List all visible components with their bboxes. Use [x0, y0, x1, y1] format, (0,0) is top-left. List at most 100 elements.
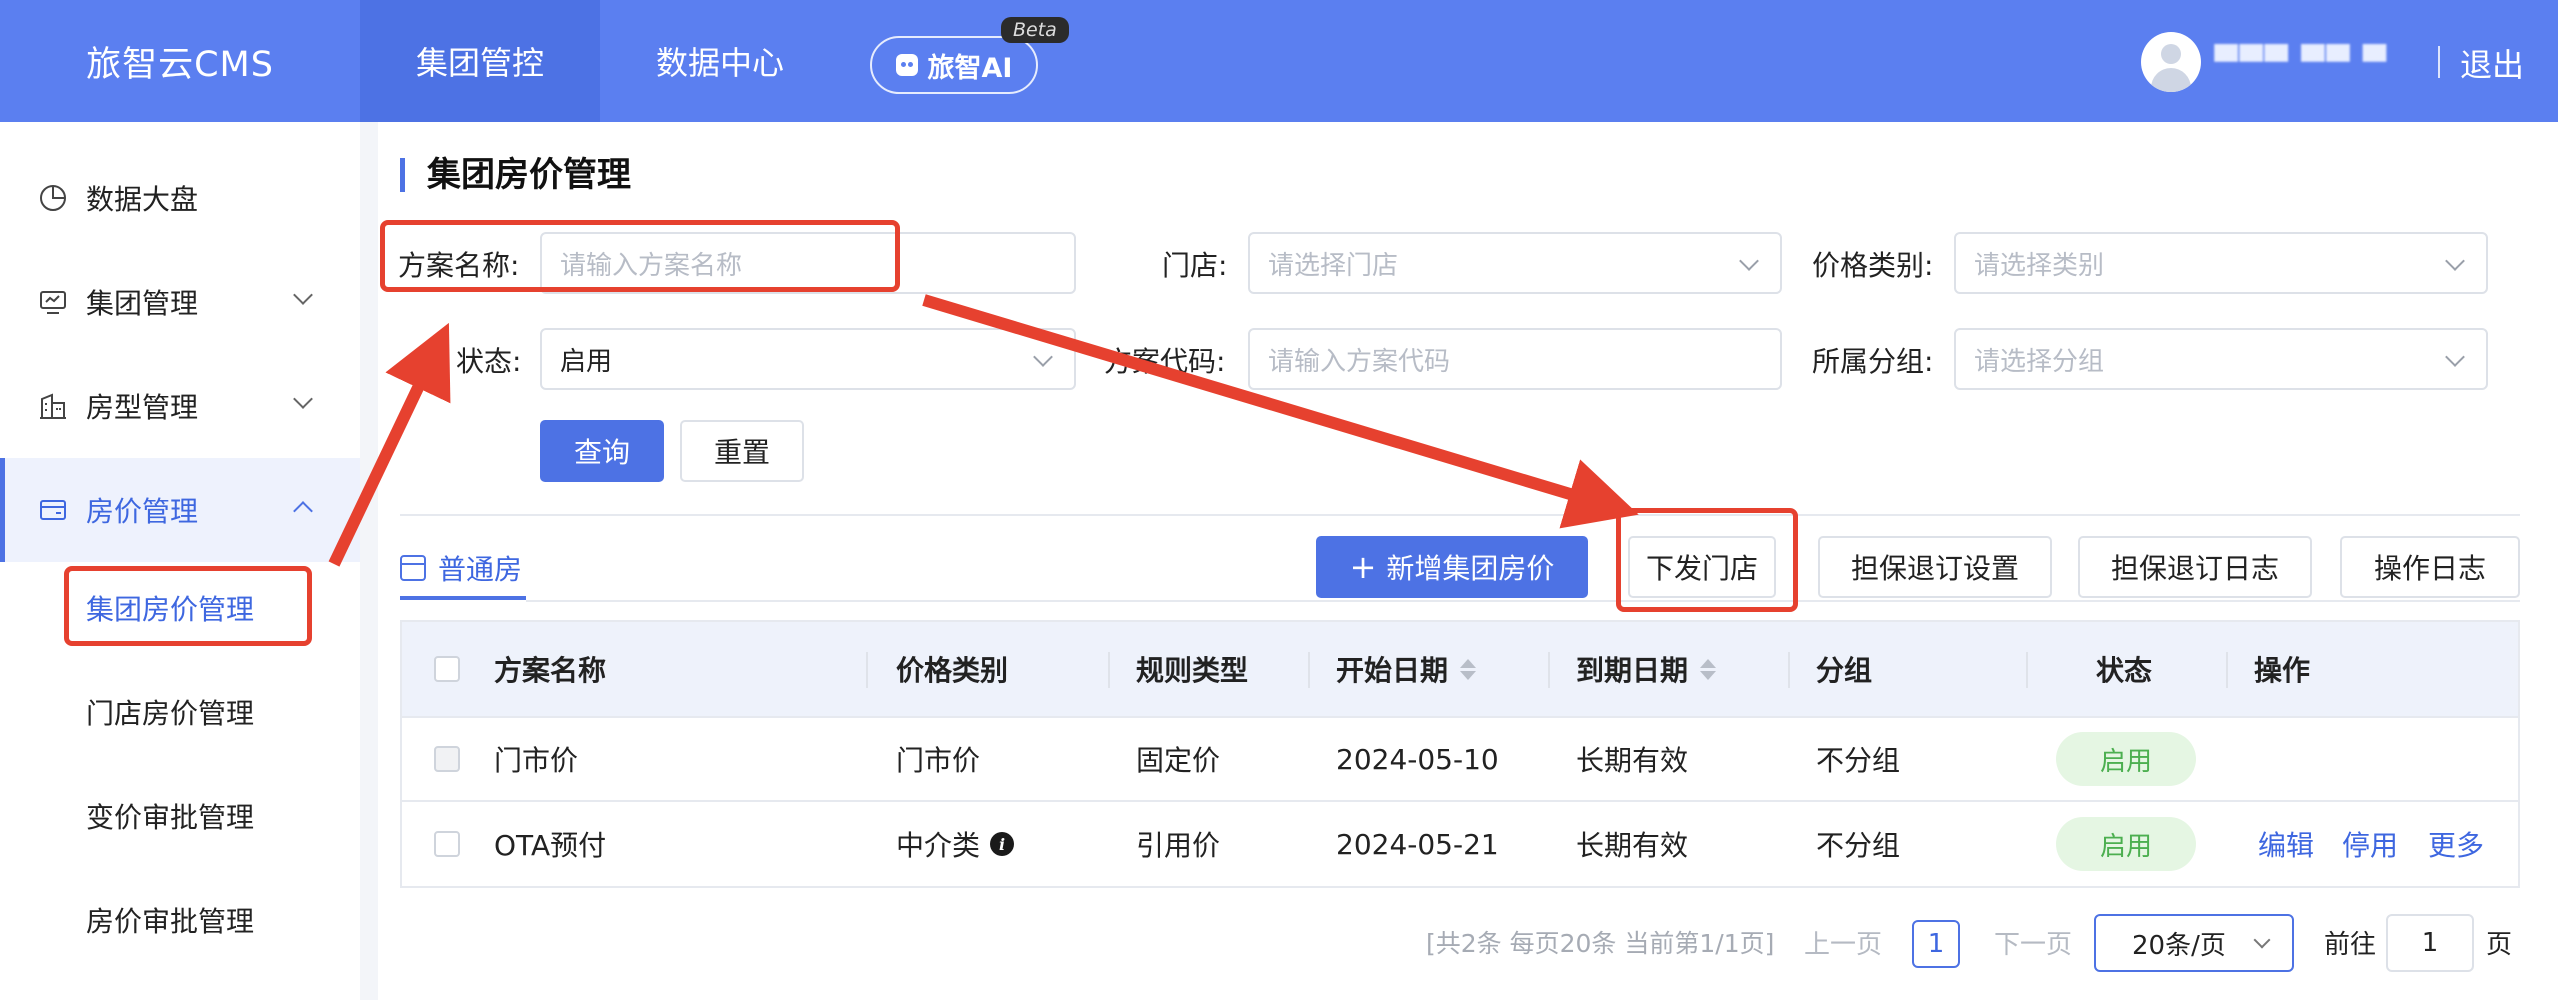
cell-price-type-text: 中介类 [896, 829, 981, 862]
col-price-type: 价格类别 [896, 654, 1009, 687]
sidebar: 数据大盘 集团管理 房型管理 房价管理 集团房价管理 门店房价管理 变价审批管理… [0, 122, 360, 1000]
header-divider [2438, 46, 2440, 78]
cell-start-date: 2024-05-21 [1336, 827, 1499, 861]
chevron-down-icon [2445, 251, 2465, 271]
cell-status: 启用 [2056, 718, 2196, 800]
cell-group: 不分组 [1816, 829, 1901, 862]
user-info[interactable]: ▀▀▀ ▀▀ ▀ [2140, 32, 2389, 92]
page-size-select[interactable]: 20条/页 [2094, 914, 2294, 972]
status-value: 启用 [560, 346, 613, 377]
checkbox[interactable] [434, 656, 460, 682]
sort-icon[interactable] [1460, 658, 1477, 680]
status-label: 状态: [456, 345, 522, 378]
search-button[interactable]: 查询 [540, 420, 664, 482]
section-divider [400, 514, 2520, 516]
building-icon [40, 393, 66, 419]
goto-page-input[interactable]: 1 [2386, 914, 2474, 972]
chevron-down-icon [2445, 347, 2465, 367]
price-type-placeholder: 请选择类别 [1974, 250, 2105, 281]
guarantee-settings-button[interactable]: 担保退订设置 [1818, 536, 2052, 598]
status-badge: 启用 [2056, 732, 2196, 786]
row-checkbox[interactable] [434, 802, 460, 886]
next-page-button[interactable]: 下一页 [1994, 912, 2072, 972]
annotation-highlight-dispatch [1616, 508, 1798, 612]
add-group-price-button[interactable]: + 新增集团房价 [1316, 536, 1588, 598]
plus-icon: + [1349, 548, 1377, 586]
sidebar-subitem-store-price[interactable]: 门店房价管理 [86, 692, 254, 732]
col-end-date-label: 到期日期 [1576, 654, 1689, 687]
add-button-label: 新增集团房价 [1386, 552, 1555, 585]
logout-link[interactable]: 退出 [2460, 40, 2524, 86]
col-status: 状态 [2096, 654, 2153, 687]
chevron-down-icon [1033, 347, 1053, 367]
table-row: 门市价 门市价 固定价 2024-05-10 长期有效 不分组 启用 [402, 718, 2518, 802]
sort-icon[interactable] [1700, 658, 1717, 680]
annotation-highlight-plan-name [380, 220, 900, 292]
cell-plan-name: 门市价 [494, 744, 579, 777]
chevron-down-icon [2253, 931, 2271, 949]
tab-underline [526, 600, 2520, 602]
page-size-value: 20条/页 [2132, 930, 2226, 961]
avatar[interactable] [2140, 32, 2201, 92]
cell-start-date: 2024-05-10 [1336, 742, 1499, 776]
edit-link[interactable]: 编辑 [2258, 802, 2314, 886]
price-type-label: 价格类别: [1812, 249, 1934, 282]
status-badge: 启用 [2056, 817, 2196, 871]
cell-status: 启用 [2056, 802, 2196, 886]
col-actions: 操作 [2254, 654, 2311, 687]
sidebar-item-label: 房价管理 [86, 495, 199, 528]
annotation-highlight-sidebar [64, 566, 312, 646]
column-divider [1788, 652, 1790, 688]
operation-log-button[interactable]: 操作日志 [2340, 536, 2520, 598]
cell-price-type: 中介类 i [896, 802, 1015, 886]
plan-code-label: 方案代码: [1104, 345, 1226, 378]
monitor-icon [40, 291, 66, 314]
guarantee-log-button[interactable]: 担保退订日志 [2078, 536, 2312, 598]
col-end-date[interactable]: 到期日期 [1576, 622, 1717, 716]
page-title: 集团房价管理 [400, 158, 631, 192]
plan-code-input[interactable]: 请输入方案代码 [1248, 328, 1782, 390]
pagination-summary: [共2条 每页20条 当前第1/1页] [1426, 929, 1775, 958]
sidebar-item-label: 数据大盘 [86, 183, 199, 216]
checkbox [434, 746, 460, 772]
col-start-date[interactable]: 开始日期 [1336, 622, 1477, 716]
col-plan-name: 方案名称 [494, 654, 607, 687]
column-divider [2226, 652, 2228, 688]
cell-group: 不分组 [1816, 744, 1901, 777]
price-type-select[interactable]: 请选择类别 [1954, 232, 2488, 294]
store-select[interactable]: 请选择门店 [1248, 232, 1782, 294]
select-all-checkbox[interactable] [434, 622, 460, 716]
sidebar-item-room-price[interactable]: 房价管理 [0, 458, 360, 562]
page-suffix-label: 页 [2486, 929, 2513, 960]
reset-button[interactable]: 重置 [680, 420, 804, 482]
sidebar-item-room-type[interactable]: 房型管理 [0, 354, 360, 458]
more-link[interactable]: 更多 [2428, 802, 2484, 886]
pie-chart-icon [40, 185, 66, 211]
checkbox[interactable] [434, 831, 460, 857]
column-divider [866, 652, 868, 688]
nav-group-control[interactable]: 集团管控 [360, 0, 600, 122]
page-number-current[interactable]: 1 [1912, 920, 1960, 968]
cell-plan-name: OTA预付 [494, 829, 607, 862]
group-select[interactable]: 请选择分组 [1954, 328, 2488, 390]
price-table: 方案名称 价格类别 规则类型 开始日期 到期日期 分组 状态 操作 门市价 门市… [400, 620, 2520, 888]
robot-icon [895, 54, 918, 76]
status-select[interactable]: 启用 [540, 328, 1076, 390]
prev-page-button[interactable]: 上一页 [1804, 912, 1882, 972]
cell-end-date: 长期有效 [1576, 744, 1689, 777]
store-placeholder: 请选择门店 [1268, 250, 1399, 281]
info-icon[interactable]: i [990, 832, 1015, 856]
tab-standard-room[interactable]: 普通房 [400, 540, 527, 600]
brand-logo[interactable]: 旅智云CMS [0, 0, 360, 122]
sidebar-item-group[interactable]: 集团管理 [0, 250, 360, 354]
nav-data-center[interactable]: 数据中心 [600, 0, 840, 122]
top-bar: 旅智云CMS 集团管控 数据中心 旅智AI Beta ▀▀▀ ▀▀ ▀ 退出 [0, 0, 2558, 122]
disable-link[interactable]: 停用 [2342, 802, 2398, 886]
chevron-up-icon [293, 501, 313, 521]
wallet-icon [40, 500, 66, 520]
sidebar-item-label: 集团管理 [86, 287, 199, 320]
sidebar-subitem-price-change-approval[interactable]: 变价审批管理 [86, 796, 254, 836]
ai-assistant-button[interactable]: 旅智AI [870, 36, 1038, 94]
sidebar-subitem-price-approval[interactable]: 房价审批管理 [86, 900, 254, 940]
sidebar-item-dashboard[interactable]: 数据大盘 [0, 146, 360, 250]
